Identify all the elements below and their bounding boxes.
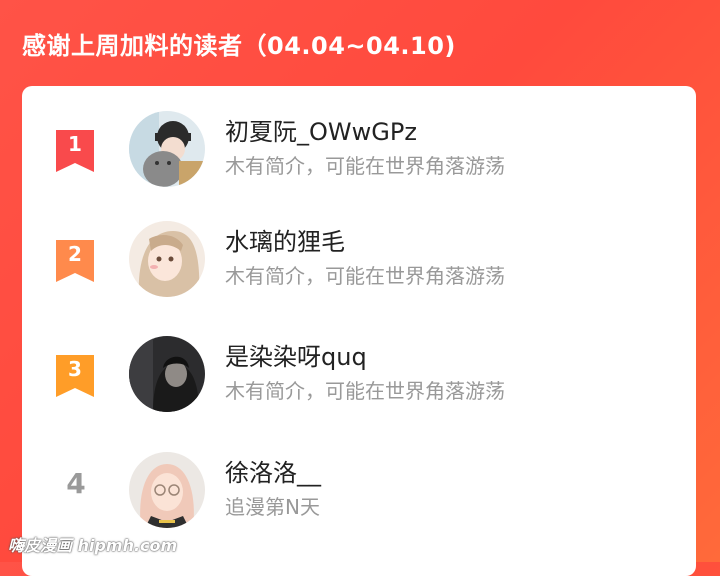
user-avatar[interactable]	[129, 452, 205, 528]
user-bio: 追漫第N天	[225, 495, 320, 519]
reader-row[interactable]: 3 是染染呀quq 木有简介，可能在世界角落游荡	[22, 329, 696, 425]
user-avatar[interactable]	[129, 221, 205, 297]
reader-row[interactable]: 4 徐洛洛__ 追漫第N天	[22, 445, 696, 541]
rank-number: 4	[66, 467, 86, 500]
rank-number: 3	[68, 357, 82, 381]
user-avatar[interactable]	[129, 111, 205, 187]
reader-row[interactable]: 1 初夏阮_OWwGPz 木有简介，可能在世界角落游荡	[22, 104, 696, 200]
rank-number: 1	[68, 132, 82, 156]
user-bio: 木有简介，可能在世界角落游荡	[225, 379, 505, 403]
user-name[interactable]: 初夏阮_OWwGPz	[225, 112, 417, 147]
user-bio: 木有简介，可能在世界角落游荡	[225, 264, 505, 288]
user-bio: 木有简介，可能在世界角落游荡	[225, 154, 505, 178]
rank-number: 2	[68, 242, 82, 266]
avatar-anime-girl-icon	[129, 221, 205, 297]
rank-ribbon-icon: 1	[54, 128, 96, 174]
page-title: 感谢上周加料的读者（04.04~04.10)	[22, 32, 456, 60]
user-name[interactable]: 徐洛洛__	[225, 453, 321, 488]
user-name[interactable]: 是染染呀quq	[225, 337, 367, 372]
rank-ribbon-icon: 3	[54, 353, 96, 399]
avatar-girl-cap-cat-icon	[129, 111, 205, 187]
watermark-text: 嗨皮漫画 hipmh.com	[8, 536, 178, 555]
rank-ribbon-icon: 2	[54, 238, 96, 284]
user-avatar[interactable]	[129, 336, 205, 412]
avatar-dark-figure-icon	[129, 336, 205, 412]
reader-list-card: 1 初夏阮_OWwGPz 木有简介，可能在世界角落游荡 2 水璃的狸毛 木有简介…	[22, 86, 696, 576]
reader-row[interactable]: 2 水璃的狸毛 木有简介，可能在世界角落游荡	[22, 214, 696, 310]
avatar-girl-glasses-icon	[129, 452, 205, 528]
user-name[interactable]: 水璃的狸毛	[225, 222, 345, 257]
